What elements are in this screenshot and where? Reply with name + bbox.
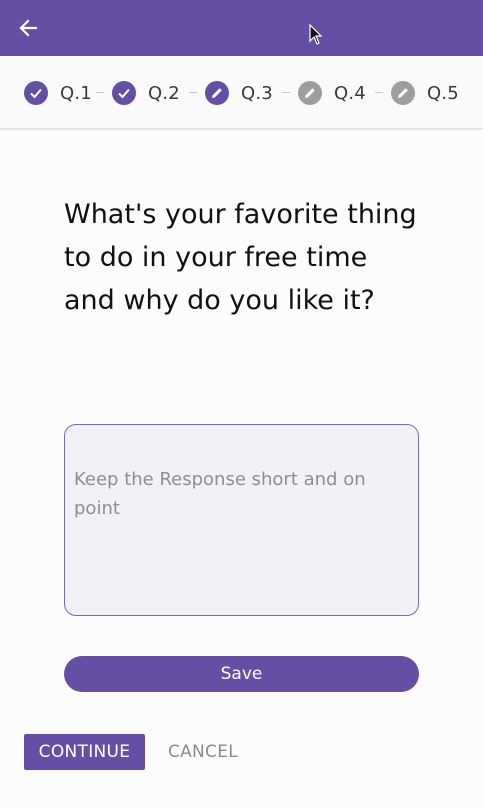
step-connector <box>189 92 197 93</box>
back-button[interactable] <box>14 14 42 42</box>
mouse-cursor-icon <box>309 24 323 45</box>
check-icon <box>112 81 136 105</box>
continue-button[interactable]: CONTINUE <box>24 734 145 770</box>
step-q4[interactable]: Q.4 <box>298 80 366 106</box>
step-q2[interactable]: Q.2 <box>112 80 180 106</box>
arrow-left-icon <box>19 19 38 37</box>
pencil-icon <box>391 81 415 105</box>
step-connector <box>282 92 290 93</box>
question-text: What's your favorite thing to do in your… <box>64 199 417 316</box>
step-label: Q.5 <box>427 82 459 104</box>
step-connector <box>96 92 104 93</box>
step-label: Q.4 <box>334 82 366 104</box>
save-button[interactable]: Save <box>64 656 419 692</box>
step-label: Q.1 <box>60 82 92 104</box>
step-q3[interactable]: Q.3 <box>205 80 273 106</box>
step-label: Q.3 <box>241 82 273 104</box>
pencil-icon <box>205 81 229 105</box>
check-icon <box>24 81 48 105</box>
cancel-button[interactable]: CANCEL <box>160 734 246 770</box>
question-stepper: Q.1 Q.2 Q.3 Q.4 Q.5 <box>0 56 483 129</box>
answer-textarea[interactable] <box>64 424 419 616</box>
app-bar <box>0 0 483 56</box>
step-connector <box>375 92 383 93</box>
step-q1[interactable]: Q.1 <box>24 80 92 106</box>
pencil-icon <box>298 81 322 105</box>
step-q5[interactable]: Q.5 <box>391 80 459 106</box>
step-label: Q.2 <box>148 82 180 104</box>
